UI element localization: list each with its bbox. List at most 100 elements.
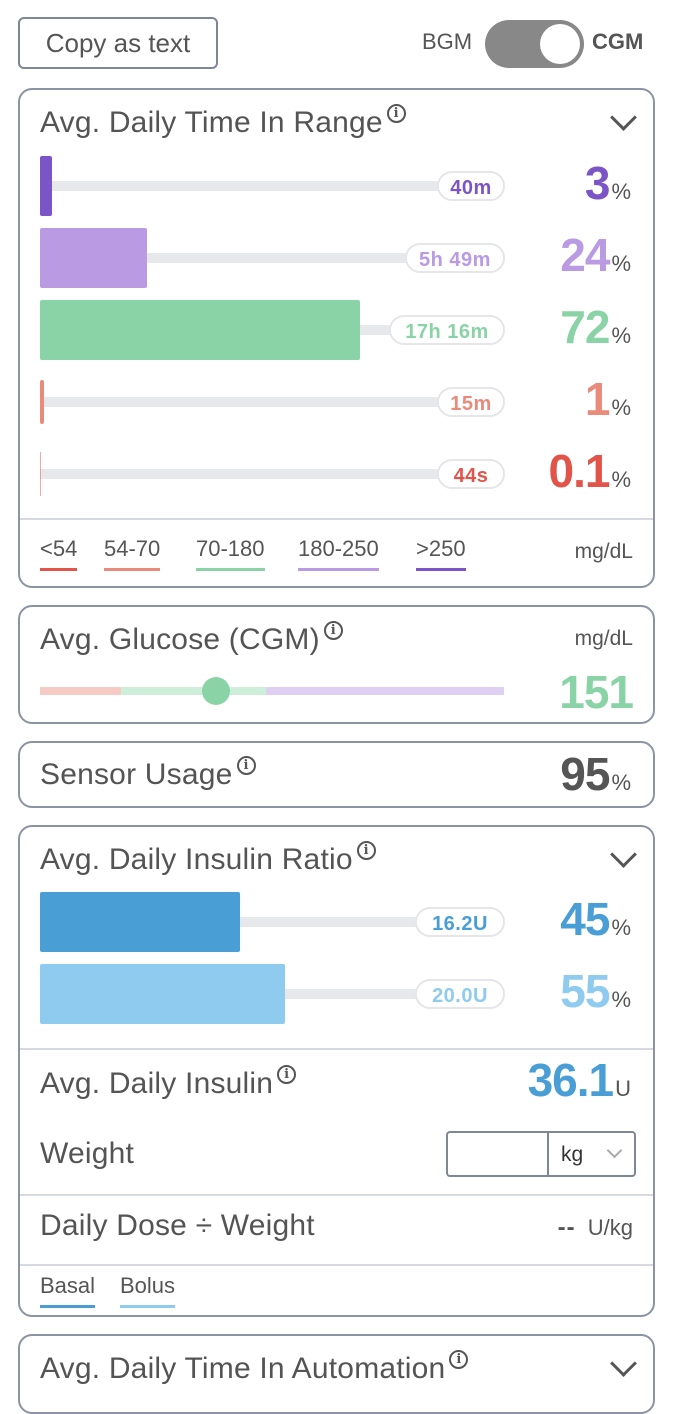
avg-daily-insulin-unit: U — [615, 1076, 631, 1101]
automation-card: Avg. Daily Time In Automation i — [18, 1334, 655, 1414]
sensor-usage-number: 95 — [560, 748, 610, 800]
automation-title-text: Avg. Daily Time In Automation — [40, 1352, 446, 1385]
automation-title: Avg. Daily Time In Automation i — [40, 1350, 469, 1386]
range-duration-label: 5h 49m — [405, 243, 505, 273]
bgm-toggle-label: BGM — [422, 29, 473, 54]
range-duration-label: 15m — [437, 387, 505, 417]
legend-item: 180-250 — [298, 536, 379, 571]
range-percent: 0.1% — [548, 444, 631, 498]
weight-label: Weight — [40, 1137, 135, 1170]
range-percent-unit: % — [611, 323, 631, 348]
sensor-usage-title: Sensor Usage i — [40, 756, 256, 792]
insulin-ratio-title: Avg. Daily Insulin Ratio i — [40, 841, 376, 877]
time-in-range-divider — [20, 518, 653, 520]
insulin-divider-1 — [20, 1048, 653, 1050]
chevron-down-icon[interactable] — [610, 104, 637, 131]
sensor-usage-unit: % — [611, 770, 631, 795]
glucose-scale-target — [121, 687, 266, 695]
copy-as-text-label: Copy as text — [45, 28, 191, 58]
range-bar-fill — [40, 228, 147, 288]
info-icon[interactable]: i — [323, 621, 343, 640]
chevron-down-icon[interactable] — [610, 1350, 637, 1377]
legend-item: >250 — [416, 536, 466, 571]
insulin-amount-label: 16.2U — [415, 907, 505, 937]
avg-glucose-title-text: Avg. Glucose (CGM) — [40, 623, 320, 656]
range-percent: 1% — [585, 372, 631, 426]
range-percent-number: 1 — [584, 373, 611, 425]
insulin-ratio-card: Avg. Daily Insulin Ratio i 16.2U 45% 20.0U 5… — [18, 825, 655, 1317]
info-icon[interactable]: i — [449, 1350, 469, 1369]
insulin-divider-3 — [20, 1264, 653, 1266]
insulin-percent: 45% — [560, 892, 631, 946]
range-percent: 72% — [560, 300, 631, 354]
glucose-scale-low — [40, 687, 121, 695]
weight-unit-value: kg — [561, 1143, 584, 1166]
range-duration-label: 44s — [437, 459, 505, 489]
sensor-usage-card: Sensor Usage i 95% — [18, 741, 655, 808]
daily-dose-weight-label: Daily Dose ÷ Weight — [40, 1209, 315, 1242]
range-percent-unit: % — [611, 395, 631, 420]
legend-item: 70-180 — [196, 536, 265, 571]
avg-glucose-value: 151 — [559, 666, 634, 718]
legend-item: Bolus — [120, 1273, 176, 1308]
avg-glucose-units: mg/dL — [574, 627, 633, 650]
range-bar-track — [40, 181, 485, 191]
insulin-percent-number: 45 — [560, 893, 610, 945]
range-duration-label: 17h 16m — [389, 315, 505, 345]
sensor-usage-value: 95% — [560, 747, 631, 801]
glucose-scale-track — [40, 687, 504, 695]
range-percent: 3% — [585, 156, 631, 210]
cgm-toggle-label: CGM — [592, 29, 644, 54]
insulin-percent-number: 55 — [560, 965, 610, 1017]
range-bar-fill — [40, 300, 361, 360]
range-percent-number: 3 — [584, 157, 611, 209]
weight-unit-select[interactable]: kg — [547, 1133, 636, 1175]
avg-daily-insulin-number: 36.1 — [527, 1054, 615, 1106]
range-percent-number: 0.1 — [548, 445, 610, 497]
daily-dose-value: -- — [557, 1214, 576, 1241]
time-in-range-title-text: Avg. Daily Time In Range — [40, 106, 383, 139]
insulin-bar-fill — [40, 964, 285, 1024]
toggle-knob — [540, 24, 580, 64]
range-bar-track — [40, 469, 485, 479]
range-bar-fill — [40, 380, 45, 424]
avg-daily-insulin-label-text: Avg. Daily Insulin — [40, 1067, 274, 1100]
insulin-percent-unit: % — [611, 915, 631, 940]
avg-daily-insulin-label: Avg. Daily Insulin i — [40, 1065, 297, 1101]
insulin-divider-2 — [20, 1194, 653, 1196]
range-percent-unit: % — [611, 179, 631, 204]
info-icon[interactable]: i — [386, 104, 406, 123]
info-icon[interactable]: i — [236, 756, 256, 775]
range-percent: 24% — [560, 228, 631, 282]
legend-item: Basal — [40, 1273, 96, 1308]
glucose-scale-high — [266, 687, 504, 695]
insulin-percent: 55% — [560, 964, 631, 1018]
time-in-range-units: mg/dL — [574, 540, 633, 563]
copy-as-text-button[interactable]: Copy as text — [18, 17, 218, 69]
range-bar-fill — [40, 452, 41, 496]
avg-daily-insulin-value: 36.1U — [528, 1053, 631, 1107]
chevron-down-icon[interactable] — [610, 841, 637, 868]
range-percent-number: 24 — [560, 229, 610, 281]
range-duration-label: 40m — [437, 171, 505, 201]
insulin-bar-fill — [40, 892, 241, 952]
insulin-amount-label: 20.0U — [415, 979, 505, 1009]
range-bar-track — [40, 397, 485, 407]
weight-input-group: kg — [446, 1131, 636, 1177]
insulin-percent-unit: % — [611, 987, 631, 1012]
chevron-down-icon — [606, 1142, 623, 1159]
legend-item: <54 — [40, 536, 78, 571]
info-icon[interactable]: i — [277, 1065, 297, 1084]
legend-item: 54-70 — [104, 536, 161, 571]
daily-dose-weight-value: -- U/kg — [558, 1214, 633, 1242]
time-in-range-title: Avg. Daily Time In Range i — [40, 104, 406, 140]
glucose-marker — [202, 677, 230, 705]
daily-dose-unit: U/kg — [587, 1215, 633, 1240]
bgm-cgm-toggle[interactable] — [485, 20, 584, 68]
info-icon[interactable]: i — [356, 841, 376, 860]
avg-glucose-title: Avg. Glucose (CGM) i — [40, 621, 343, 657]
range-bar-fill — [40, 156, 52, 216]
weight-input[interactable] — [448, 1133, 548, 1175]
range-percent-number: 72 — [560, 301, 610, 353]
sensor-usage-title-text: Sensor Usage — [40, 758, 233, 791]
